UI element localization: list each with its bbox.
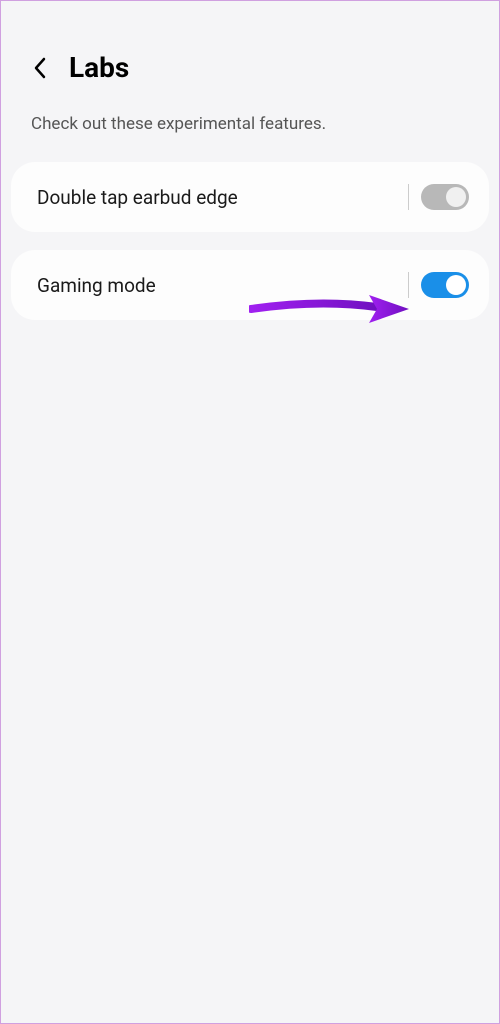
toggle-knob (446, 275, 466, 295)
toggle-double-tap[interactable] (421, 184, 469, 210)
back-icon[interactable] (31, 54, 49, 82)
divider (408, 184, 409, 210)
setting-label: Double tap earbud edge (37, 186, 238, 209)
setting-label: Gaming mode (37, 274, 156, 297)
toggle-gaming-mode[interactable] (421, 272, 469, 298)
page-title: Labs (69, 51, 129, 84)
setting-row-gaming-mode[interactable]: Gaming mode (11, 250, 489, 320)
toggle-group (408, 184, 469, 210)
toggle-knob (446, 187, 466, 207)
header: Labs (1, 1, 499, 104)
divider (408, 272, 409, 298)
toggle-group (408, 272, 469, 298)
setting-row-double-tap[interactable]: Double tap earbud edge (11, 162, 489, 232)
page-subtitle: Check out these experimental features. (1, 104, 499, 162)
